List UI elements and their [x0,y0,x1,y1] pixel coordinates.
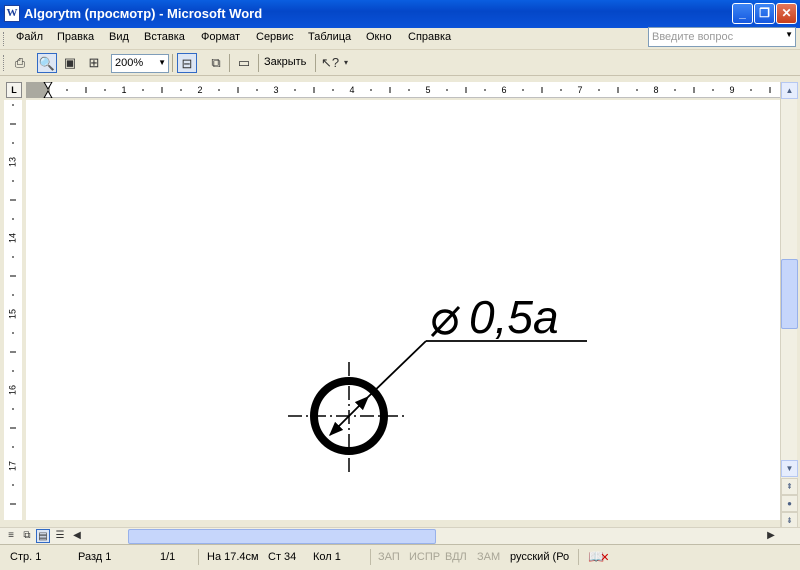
ruler-number: 5 [425,85,430,95]
status-page: Стр. 1 [10,551,42,563]
toolbar-options-icon[interactable]: ▾ [340,53,352,73]
scroll-up-icon[interactable]: ▲ [781,82,798,99]
select-browse-object-icon[interactable]: ● [781,495,798,512]
horizontal-scrollbar[interactable]: ≡ ⧉ ▤ ☰ ◀ ▶ [0,527,800,544]
status-page-of: 1/1 [160,551,176,563]
toolbar-separator [258,54,259,72]
help-question-input[interactable]: Введите вопрос ▼ [648,27,796,47]
menu-format[interactable]: Формат [201,31,240,43]
menu-insert[interactable]: Вставка [144,31,185,43]
diameter-symbol-icon [430,305,461,338]
ruler-number: 15 [7,309,17,319]
zoom-select[interactable]: 200% ▼ [111,54,169,73]
context-help-icon[interactable]: ↖? [320,53,340,73]
menu-edit[interactable]: Правка [57,31,94,43]
ruler-number: 7 [577,85,582,95]
toolbar-separator [172,54,173,72]
print-preview-toolbar: ⎙ 🔍 ▣ ⊞ 200% ▼ ⊟ ⧉ ▭ Закрыть ↖? ▾ [0,50,800,76]
vertical-scrollbar[interactable]: ▲ ▼ ⇞ ● ⇟ [780,82,798,538]
scroll-right-icon[interactable]: ▶ [764,529,778,543]
status-language[interactable]: русский (Ро [510,551,569,563]
dimension-value: 0,5a [469,291,559,343]
status-column: Кол 1 [313,551,341,563]
ruler-number: 4 [349,85,354,95]
status-separator [198,549,199,565]
menu-table[interactable]: Таблица [308,31,351,43]
maximize-button[interactable]: ❐ [754,3,775,24]
status-separator [578,549,579,565]
tab-selector[interactable]: L [6,82,22,98]
ruler-number: 9 [729,85,734,95]
toolbar-separator [315,54,316,72]
document-page[interactable]: 0,5a [26,100,780,520]
hanging-indent-marker[interactable] [43,89,53,98]
ruler-number: 17 [7,461,17,471]
status-section: Разд 1 [78,551,112,563]
menu-view[interactable]: Вид [109,31,129,43]
ruler-number: 2 [197,85,202,95]
chevron-down-icon[interactable]: ▼ [158,58,166,67]
web-layout-icon[interactable]: ⧉ [20,529,34,543]
status-separator [370,549,371,565]
status-record[interactable]: ЗАП [378,551,400,563]
first-line-indent-marker[interactable] [43,82,53,91]
scroll-left-icon[interactable]: ◀ [70,529,84,543]
scroll-down-icon[interactable]: ▼ [781,460,798,477]
close-window-button[interactable]: ✕ [776,3,797,24]
spelling-status-icon[interactable]: 📖✕ [588,549,609,565]
status-line: Ст 34 [268,551,297,563]
menu-window[interactable]: Окно [366,31,392,43]
vertical-scroll-thumb[interactable] [781,259,798,329]
menu-grip[interactable] [3,32,6,46]
view-ruler-icon[interactable]: ⊟ [177,53,197,73]
chevron-down-icon[interactable]: ▼ [785,30,793,39]
normal-view-icon[interactable]: ≡ [4,529,18,543]
title-bar: W Algorytm (просмотр) - Microsoft Word _… [0,0,800,28]
vertical-ruler-marks: 13 14 15 16 17 [7,104,17,505]
minimize-button[interactable]: _ [732,3,753,24]
menu-file[interactable]: Файл [16,31,43,43]
vertical-ruler[interactable]: 13 14 15 16 17 [4,100,22,520]
full-screen-icon[interactable]: ▭ [234,53,254,73]
multiple-pages-icon[interactable]: ⊞ [84,53,104,73]
status-extend[interactable]: ВДЛ [445,551,467,563]
leader-line [367,340,427,398]
ruler-number: 6 [501,85,506,95]
horizontal-scroll-thumb[interactable] [128,529,436,544]
ruler-number: 13 [7,157,17,167]
status-track-changes[interactable]: ИСПР [409,551,440,563]
ruler-number: 14 [7,233,17,243]
status-bar: Стр. 1 Разд 1 1/1 На 17.4см Ст 34 Кол 1 … [0,544,800,570]
close-preview-button[interactable]: Закрыть [264,56,306,68]
previous-page-icon[interactable]: ⇞ [781,478,798,495]
toolbar-separator [229,54,230,72]
horizontal-ruler-marks: 1 2 3 4 5 6 7 8 9 [43,82,771,98]
ruler-number: 3 [273,85,278,95]
print-icon[interactable]: ⎙ [10,53,30,73]
shrink-to-fit-icon[interactable]: ⧉ [206,53,226,73]
toolbar-grip[interactable] [3,55,6,71]
ruler-number: 1 [121,85,126,95]
print-layout-icon[interactable]: ▤ [36,529,50,543]
ruler-number: 8 [653,85,658,95]
window-title: Algorytm (просмотр) - Microsoft Word [24,6,263,21]
dimension-drawing: 0,5a [288,291,587,476]
outline-view-icon[interactable]: ☰ [53,529,67,543]
status-overtype[interactable]: ЗАМ [477,551,500,563]
one-page-icon[interactable]: ▣ [60,53,80,73]
zoom-value: 200% [115,57,144,69]
magnifier-icon[interactable]: 🔍 [37,53,57,73]
menu-help[interactable]: Справка [408,31,451,43]
horizontal-ruler[interactable]: 1 2 3 4 5 6 7 8 9 [26,82,780,98]
help-placeholder: Введите вопрос [652,31,734,43]
status-position: На 17.4см [207,551,259,563]
menu-tools[interactable]: Сервис [256,31,294,43]
word-doc-icon[interactable]: W [4,5,20,22]
ruler-number: 16 [7,385,17,395]
